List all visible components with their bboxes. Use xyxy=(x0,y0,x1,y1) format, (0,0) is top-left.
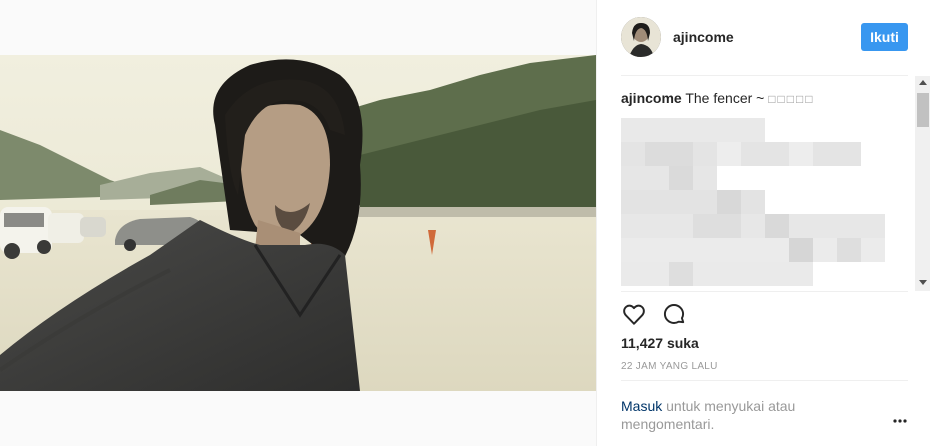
comments-scrollbar[interactable] xyxy=(915,76,930,291)
scroll-up-arrow-icon[interactable] xyxy=(919,80,927,85)
avatar[interactable] xyxy=(621,17,661,57)
post-actions xyxy=(621,301,721,329)
post-header: ajincome Ikuti xyxy=(621,17,908,57)
login-prompt: Masuk untuk menyukai atau mengomentari. xyxy=(621,397,851,433)
avatar-image xyxy=(621,17,661,57)
blurred-comments xyxy=(621,118,885,286)
follow-button[interactable]: Ikuti xyxy=(861,23,908,51)
post-photo[interactable] xyxy=(0,55,596,391)
divider xyxy=(621,380,908,381)
scroll-down-arrow-icon[interactable] xyxy=(919,280,927,285)
scroll-thumb[interactable] xyxy=(917,93,929,127)
post-timestamp: 22 JAM YANG LALU xyxy=(621,361,718,372)
selfie-photo-image xyxy=(0,55,596,391)
divider xyxy=(621,291,908,292)
comment-bubble-icon[interactable] xyxy=(661,301,687,327)
caption-unrendered-glyphs: □□□□□ xyxy=(768,92,815,106)
post-media-area xyxy=(0,0,596,446)
caption-username[interactable]: ajincome xyxy=(621,90,682,106)
login-link[interactable]: Masuk xyxy=(621,398,662,414)
post-username[interactable]: ajincome xyxy=(673,29,734,45)
post-details-panel: ajincome Ikuti ajincome The fencer ~ □□□… xyxy=(596,0,930,446)
like-count[interactable]: 11,427 suka xyxy=(621,335,699,351)
caption-text: The fencer ~ xyxy=(685,90,765,106)
comments-section: ajincome The fencer ~ □□□□□ xyxy=(621,76,930,291)
more-options-icon[interactable] xyxy=(892,413,908,429)
post-caption: ajincome The fencer ~ □□□□□ xyxy=(621,90,814,106)
heart-icon[interactable] xyxy=(621,301,647,327)
